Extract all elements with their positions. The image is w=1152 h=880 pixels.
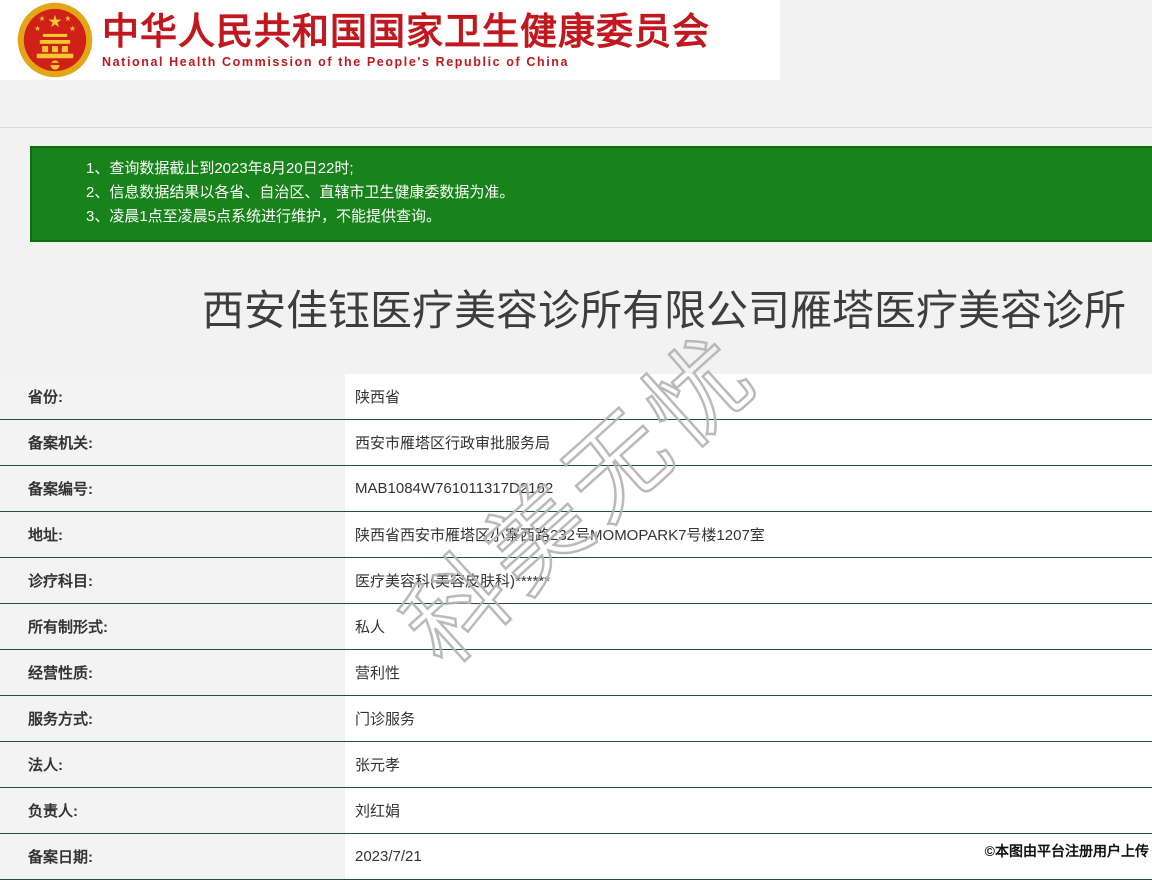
table-row: 经营性质: 营利性	[0, 650, 1152, 696]
row-label: 备案编号:	[0, 466, 345, 511]
row-label: 备案机关:	[0, 420, 345, 465]
notice-line: 3、凌晨1点至凌晨5点系统进行维护，不能提供查询。	[86, 208, 442, 225]
header-divider	[0, 80, 1152, 128]
record-table: 省份: 陕西省 备案机关: 西安市雁塔区行政审批服务局 备案编号: MAB108…	[0, 374, 1152, 880]
row-label: 负责人:	[0, 788, 345, 833]
table-row: 备案机关: 西安市雁塔区行政审批服务局	[0, 420, 1152, 466]
row-value: 陕西省西安市雁塔区小寨西路232号MOMOPARK7号楼1207室	[345, 512, 1152, 557]
row-value: 门诊服务	[345, 696, 1152, 741]
site-header-brand: ★ ★ ★ ★ ★ 中华人民共和国国家卫生健康委员会 National Heal…	[0, 0, 780, 80]
svg-text:★: ★	[34, 24, 41, 33]
table-row: 法人: 张元孝	[0, 742, 1152, 788]
notice-line: 2、信息数据结果以各省、自治区、直辖市卫生健康委数据为准。	[86, 184, 515, 201]
table-row: 省份: 陕西省	[0, 374, 1152, 420]
row-label: 服务方式:	[0, 696, 345, 741]
row-label: 所有制形式:	[0, 604, 345, 649]
svg-text:★: ★	[69, 24, 76, 33]
row-label: 地址:	[0, 512, 345, 557]
table-row: 负责人: 刘红娟	[0, 788, 1152, 834]
row-value: MAB1084W761011317D2162	[345, 466, 1152, 511]
table-row: 服务方式: 门诊服务	[0, 696, 1152, 742]
page: ★ ★ ★ ★ ★ 中华人民共和国国家卫生健康委员会 National Heal…	[0, 0, 1152, 880]
row-value: 张元孝	[345, 742, 1152, 787]
image-upload-caption: ©本图由平台注册用户上传	[984, 843, 1149, 859]
site-title-chinese: 中华人民共和国国家卫生健康委员会	[102, 10, 710, 52]
record-title: 西安佳钰医疗美容诊所有限公司雁塔医疗美容诊所	[201, 287, 1126, 334]
svg-text:★: ★	[39, 14, 46, 23]
table-row: 备案日期: 2023/7/21	[0, 834, 1152, 880]
site-title-english: National Health Commission of the People…	[102, 54, 570, 69]
notice-banner: 1、查询数据截止到2023年8月20日22时; 2、信息数据结果以各省、自治区、…	[30, 146, 1152, 242]
notice-line: 1、查询数据截止到2023年8月20日22时;	[86, 160, 354, 177]
header-titles: 中华人民共和国国家卫生健康委员会 National Health Commiss…	[102, 10, 710, 69]
row-value: 医疗美容科(美容皮肤科)******	[345, 558, 1152, 603]
table-row: 所有制形式: 私人	[0, 604, 1152, 650]
svg-text:★: ★	[48, 12, 63, 31]
row-label: 诊疗科目:	[0, 558, 345, 603]
row-value: 营利性	[345, 650, 1152, 695]
row-value: 西安市雁塔区行政审批服务局	[345, 420, 1152, 465]
china-national-emblem-icon: ★ ★ ★ ★ ★	[17, 2, 93, 78]
svg-text:★: ★	[65, 14, 72, 23]
row-value: 刘红娟	[345, 788, 1152, 833]
row-label: 经营性质:	[0, 650, 345, 695]
row-label: 备案日期:	[0, 834, 345, 879]
table-row: 地址: 陕西省西安市雁塔区小寨西路232号MOMOPARK7号楼1207室	[0, 512, 1152, 558]
table-row: 诊疗科目: 医疗美容科(美容皮肤科)******	[0, 558, 1152, 604]
table-row: 备案编号: MAB1084W761011317D2162	[0, 466, 1152, 512]
row-value: 私人	[345, 604, 1152, 649]
site-header: ★ ★ ★ ★ ★ 中华人民共和国国家卫生健康委员会 National Heal…	[0, 0, 1152, 80]
row-label: 省份:	[0, 374, 345, 419]
row-value: 陕西省	[345, 374, 1152, 419]
row-label: 法人:	[0, 742, 345, 787]
